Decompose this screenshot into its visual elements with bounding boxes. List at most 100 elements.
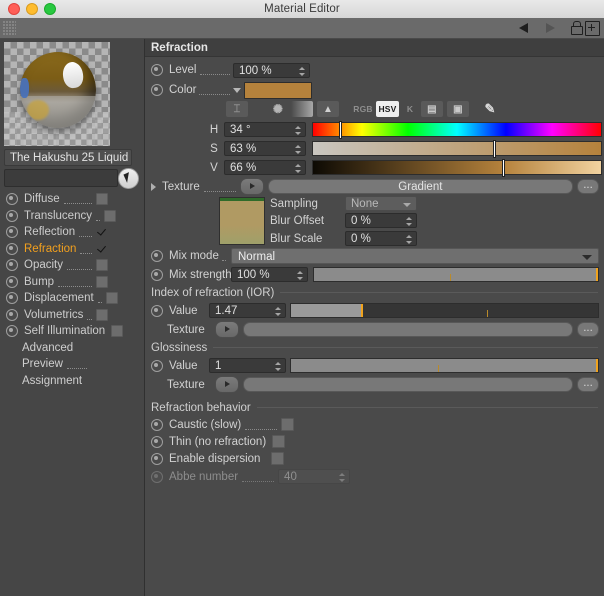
stepper-icon[interactable]: [294, 143, 301, 156]
stepper-icon[interactable]: [294, 124, 301, 137]
saturation-input[interactable]: 63 %: [224, 141, 306, 156]
forward-arrow-icon[interactable]: [540, 20, 558, 36]
gradient-icon[interactable]: [291, 101, 313, 117]
color-radio-icon[interactable]: [151, 84, 163, 96]
value-slider[interactable]: [312, 159, 602, 177]
pick-cursor-button[interactable]: [118, 168, 139, 189]
stepper-icon[interactable]: [298, 65, 305, 78]
mix-strength-slider[interactable]: [313, 267, 599, 282]
glossiness-texture-menu-button[interactable]: [215, 376, 239, 393]
glossiness-value-input[interactable]: 1: [209, 358, 286, 373]
dispersion-row[interactable]: Enable dispersion: [145, 450, 604, 467]
stepper-icon[interactable]: [405, 215, 412, 228]
channel-checkbox[interactable]: [96, 226, 108, 238]
thin-radio-icon[interactable]: [151, 435, 163, 448]
caustic-checkbox[interactable]: [281, 418, 295, 431]
stepper-icon[interactable]: [294, 162, 301, 175]
channel-radio-icon[interactable]: [6, 259, 18, 272]
glossiness-radio-icon[interactable]: [151, 359, 163, 372]
dispersion-radio-icon[interactable]: [151, 452, 163, 465]
value-knob[interactable]: [501, 159, 505, 177]
sidebar-item-opacity[interactable]: Opacity: [0, 257, 144, 274]
channel-checkbox[interactable]: [105, 292, 118, 305]
search-input[interactable]: [4, 169, 118, 187]
image-picker-icon[interactable]: ▲: [317, 101, 339, 117]
saturation-slider[interactable]: [312, 140, 602, 158]
blur-scale-input[interactable]: 0 %: [345, 231, 417, 246]
sidebar-item-reflection[interactable]: Reflection: [0, 224, 144, 241]
dispersion-checkbox[interactable]: [271, 452, 285, 465]
channel-radio-icon[interactable]: [6, 325, 18, 338]
channel-checkbox[interactable]: [96, 259, 108, 272]
kelvin-mode-button[interactable]: K: [402, 101, 418, 117]
mixer-button[interactable]: ▤: [421, 101, 443, 117]
channel-checkbox[interactable]: [96, 193, 108, 206]
channel-checkbox[interactable]: [96, 275, 108, 288]
channel-checkbox[interactable]: [96, 308, 108, 321]
channel-radio-icon[interactable]: [6, 226, 18, 239]
stepper-icon[interactable]: [405, 233, 412, 246]
ior-texture-options-button[interactable]: ...: [577, 322, 599, 337]
caustic-row[interactable]: Caustic (slow): [145, 416, 604, 433]
saturation-knob[interactable]: [492, 140, 496, 158]
thin-row[interactable]: Thin (no refraction): [145, 433, 604, 450]
hue-input[interactable]: 34 °: [224, 122, 306, 137]
channel-radio-icon[interactable]: [6, 308, 18, 321]
color-swatch[interactable]: [244, 81, 312, 99]
sidebar-item-volumetrics[interactable]: Volumetrics: [0, 307, 144, 324]
glossiness-texture-field[interactable]: [243, 377, 573, 392]
disclosure-triangle-icon[interactable]: [151, 182, 156, 191]
channel-checkbox[interactable]: [96, 243, 108, 255]
caustic-radio-icon[interactable]: [151, 418, 163, 431]
sidebar-item-diffuse[interactable]: Diffuse: [0, 191, 144, 208]
hue-knob[interactable]: [338, 121, 342, 139]
sidebar-item-preview[interactable]: Preview: [0, 356, 144, 373]
blur-offset-input[interactable]: 0 %: [345, 213, 417, 228]
glossiness-texture-options-button[interactable]: ...: [577, 377, 599, 392]
ior-texture-menu-button[interactable]: [215, 321, 239, 338]
level-radio-icon[interactable]: [151, 64, 163, 76]
sidebar-item-bump[interactable]: Bump: [0, 274, 144, 291]
sidebar-item-assignment[interactable]: Assignment: [0, 373, 144, 390]
glossiness-slider[interactable]: [290, 358, 599, 373]
back-arrow-icon[interactable]: [517, 20, 535, 36]
chevron-down-icon[interactable]: [233, 87, 241, 93]
sidebar-item-self-illumination[interactable]: Self Illumination: [0, 323, 144, 340]
material-name-input[interactable]: The Hakushu 25 Liquid: [4, 149, 132, 166]
mix-strength-input[interactable]: 100 %: [231, 267, 308, 282]
ior-texture-field[interactable]: [243, 322, 573, 337]
stepper-icon[interactable]: [274, 360, 281, 373]
sidebar-item-advanced[interactable]: Advanced: [0, 340, 144, 357]
mix-mode-select[interactable]: Normal: [231, 247, 599, 264]
stepper-icon[interactable]: [274, 305, 281, 318]
material-preview[interactable]: [4, 42, 110, 146]
channel-radio-icon[interactable]: [6, 292, 18, 305]
channel-radio-icon[interactable]: [6, 242, 18, 255]
value-input[interactable]: 66 %: [224, 160, 306, 175]
drag-grip-icon[interactable]: [3, 21, 16, 35]
texture-menu-button[interactable]: [239, 178, 264, 195]
eyedropper-icon[interactable]: ✎: [479, 101, 501, 117]
thin-checkbox[interactable]: [272, 435, 286, 448]
mix-strength-radio-icon[interactable]: [151, 268, 163, 281]
ior-value-input[interactable]: 1.47: [209, 303, 286, 318]
sampling-select[interactable]: None: [345, 196, 417, 211]
swatches-button[interactable]: ▣: [447, 101, 469, 117]
ior-slider[interactable]: [290, 303, 599, 318]
stepper-icon[interactable]: [296, 269, 303, 282]
level-input[interactable]: 100 %: [233, 62, 310, 78]
texture-options-button[interactable]: ...: [577, 179, 599, 194]
hsv-mode-button[interactable]: HSV: [376, 101, 399, 117]
texture-thumbnail[interactable]: [219, 197, 265, 245]
channel-radio-icon[interactable]: [6, 209, 18, 222]
channel-radio-icon[interactable]: [6, 275, 18, 288]
ior-radio-icon[interactable]: [151, 304, 163, 317]
hue-slider[interactable]: [312, 121, 602, 139]
plus-box-icon[interactable]: [585, 21, 600, 36]
sidebar-item-refraction[interactable]: Refraction: [0, 241, 144, 258]
channel-radio-icon[interactable]: [6, 193, 18, 206]
sidebar-item-translucency[interactable]: Translucency: [0, 208, 144, 225]
texture-shader-button[interactable]: Gradient: [267, 179, 573, 194]
mix-mode-radio-icon[interactable]: [151, 249, 163, 262]
color-wheel-icon[interactable]: ✺: [267, 101, 289, 117]
